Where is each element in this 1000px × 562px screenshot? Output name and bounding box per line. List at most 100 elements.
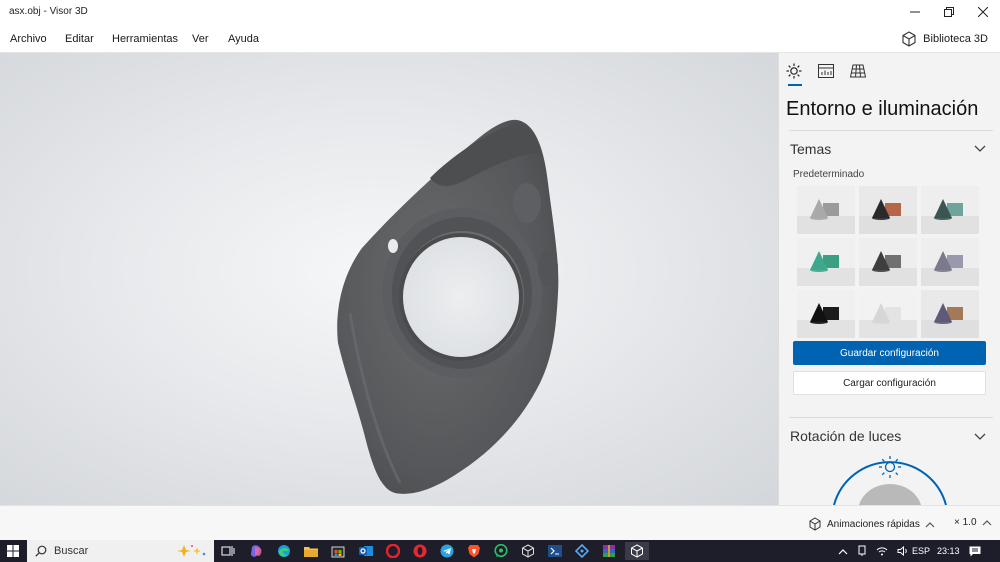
window-title: asx.obj - Visor 3D (9, 6, 88, 17)
menu-herramientas[interactable]: Herramientas (112, 33, 178, 45)
taskbar-app-copilot[interactable] (247, 542, 265, 560)
theme-preview (921, 186, 979, 234)
taskbar-app-opera-gx[interactable] (411, 542, 429, 560)
themes-group-label: Predeterminado (793, 169, 865, 180)
taskbar-app-opera[interactable] (384, 542, 402, 560)
environment-panel: Entorno e iluminación Temas Predetermina… (778, 53, 1000, 505)
rotation-section-header[interactable]: Rotación de luces (790, 428, 901, 444)
store-icon (331, 546, 345, 558)
library-3d-label: Biblioteca 3D (923, 33, 988, 45)
taskbar-app-vs[interactable] (573, 542, 591, 560)
3d-viewer-icon (631, 544, 643, 558)
taskbar-app-whatsapp[interactable] (492, 542, 510, 560)
divider (789, 417, 993, 418)
menu-archivo[interactable]: Archivo (10, 33, 47, 45)
speed-label: × 1.0 (954, 517, 977, 528)
notification-icon (969, 546, 981, 556)
taskbar-app-store[interactable] (329, 542, 347, 560)
wifi-icon[interactable] (876, 546, 888, 556)
theme-preview (921, 238, 979, 286)
chevron-down-icon[interactable] (974, 433, 986, 441)
opera-gx-icon (413, 544, 427, 558)
taskbar-app-brave[interactable] (465, 542, 483, 560)
system-tray (838, 540, 909, 562)
search-icon (35, 545, 47, 557)
quick-animations-button[interactable]: Animaciones rápidas (808, 517, 935, 531)
theme-preview (797, 186, 855, 234)
save-config-button[interactable]: Guardar configuración (793, 341, 986, 365)
stats-icon (818, 64, 834, 78)
menu-ver[interactable]: Ver (192, 33, 209, 45)
minimize-icon (910, 11, 920, 13)
theme-thumbnail-lavender[interactable] (921, 238, 979, 286)
title-bar: asx.obj - Visor 3D (0, 0, 1000, 24)
speed-button[interactable]: × 1.0 (954, 517, 992, 528)
grid-icon (850, 64, 866, 78)
sun-icon (786, 63, 802, 79)
task-view-button[interactable] (219, 542, 237, 560)
taskbar-app-3d-viewer[interactable] (625, 542, 649, 560)
taskbar-search[interactable]: Buscar (27, 540, 214, 562)
taskbar-app-powershell[interactable] (546, 542, 564, 560)
menu-editar[interactable]: Editar (65, 33, 94, 45)
theme-preview (797, 238, 855, 286)
task-view-icon (221, 546, 235, 556)
theme-preview (859, 186, 917, 234)
taskbar-app-telegram[interactable] (438, 542, 456, 560)
telegram-icon (440, 544, 454, 558)
chevron-down-icon[interactable] (974, 145, 986, 153)
start-button[interactable] (0, 540, 26, 562)
close-button[interactable] (966, 0, 1000, 24)
theme-grid (797, 186, 979, 338)
theme-thumbnail-green[interactable] (797, 238, 855, 286)
whatsapp-icon (494, 544, 508, 558)
edge-icon (278, 545, 290, 557)
theme-thumbnail-copper-dark[interactable] (859, 186, 917, 234)
clock[interactable]: 23:13 (937, 540, 960, 562)
menu-bar: Archivo Editar Herramientas Ver Ayuda Bi… (0, 24, 1000, 53)
taskbar-app-explorer[interactable] (302, 542, 320, 560)
theme-thumbnail-default-gray[interactable] (797, 186, 855, 234)
library-3d-button[interactable]: Biblioteca 3D (901, 30, 988, 48)
speaker-icon[interactable] (897, 546, 909, 556)
language-indicator[interactable]: ESP (912, 540, 930, 562)
theme-thumbnail-graphite[interactable] (859, 238, 917, 286)
folder-icon (304, 547, 318, 557)
windows-icon (7, 545, 19, 557)
taskbar-app-3d-builder[interactable] (519, 542, 537, 560)
device-icon[interactable] (857, 545, 867, 557)
tab-mesh[interactable] (848, 63, 868, 79)
notifications-button[interactable] (969, 540, 981, 562)
restore-button[interactable] (932, 0, 966, 24)
tab-stats[interactable] (816, 63, 836, 79)
diamond-icon (575, 544, 589, 558)
brave-icon (468, 545, 480, 558)
theme-preview (859, 238, 917, 286)
theme-thumbnail-white[interactable] (859, 290, 917, 338)
chevron-up-icon[interactable] (838, 548, 848, 555)
taskbar-app-edge[interactable] (275, 542, 293, 560)
active-tab-indicator (788, 84, 802, 86)
chevron-up-icon (925, 521, 935, 527)
menu-ayuda[interactable]: Ayuda (228, 33, 259, 45)
archive-icon (603, 545, 615, 557)
search-placeholder: Buscar (54, 545, 89, 557)
load-config-button[interactable]: Cargar configuración (793, 371, 986, 395)
restore-icon (944, 7, 954, 17)
themes-section-header[interactable]: Temas (790, 141, 831, 157)
light-rotation-dial[interactable] (779, 451, 1000, 505)
taskbar-app-winrar[interactable] (600, 542, 618, 560)
terminal-icon (548, 545, 562, 557)
tab-lighting[interactable] (784, 63, 804, 79)
theme-thumbnail-black[interactable] (797, 290, 855, 338)
theme-thumbnail-teal-dark[interactable] (921, 186, 979, 234)
minimize-button[interactable] (898, 0, 932, 24)
opera-icon (386, 544, 400, 558)
3d-model[interactable] (0, 53, 778, 505)
sun-icon (879, 456, 901, 478)
theme-thumbnail-purple-bronze[interactable] (921, 290, 979, 338)
3d-viewport[interactable] (0, 53, 778, 505)
taskbar-app-outlook[interactable] (357, 542, 375, 560)
panel-title: Entorno e iluminación (786, 98, 979, 120)
status-bar: Animaciones rápidas × 1.0 (0, 505, 1000, 540)
